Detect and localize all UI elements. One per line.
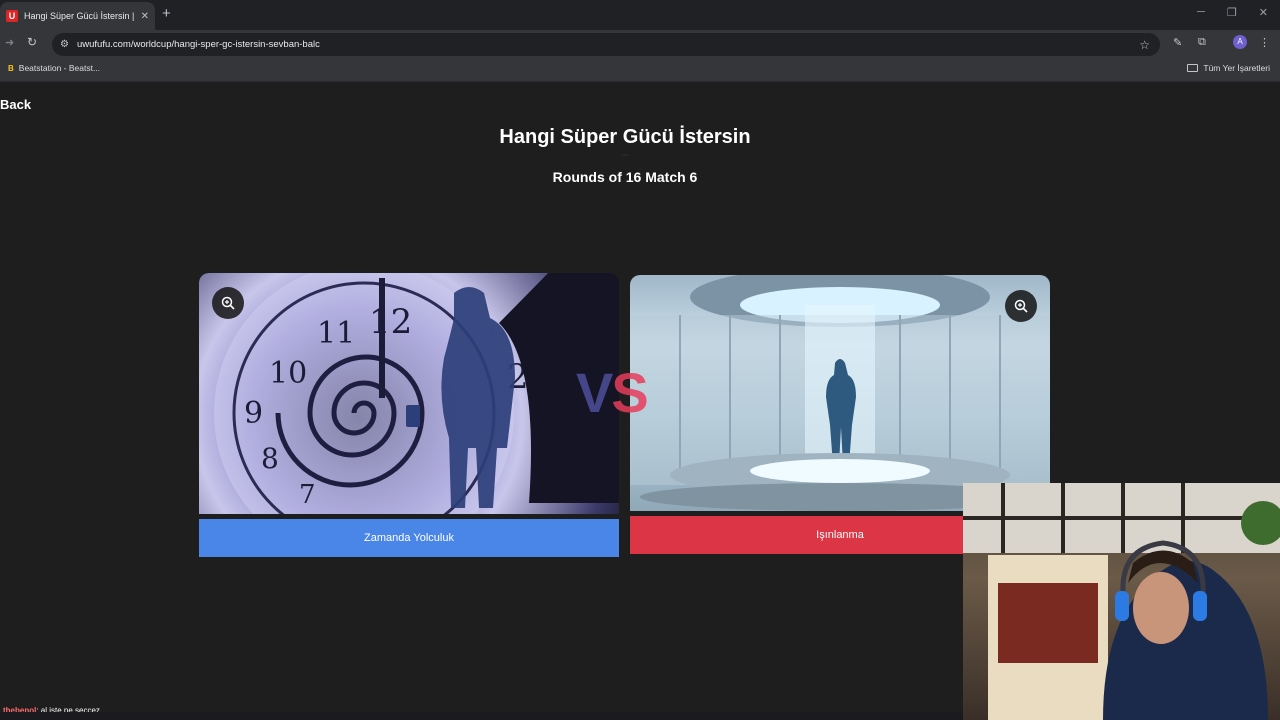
bookmark-label: Beatstation - Beatst... bbox=[18, 63, 101, 73]
browser-tab-active[interactable]: U Hangi Süper Gücü İstersin | Uw ✕ bbox=[0, 2, 155, 30]
forward-icon[interactable]: ➜ bbox=[5, 36, 14, 49]
svg-text:9: 9 bbox=[244, 396, 263, 431]
title-divider: ··· bbox=[621, 152, 629, 159]
bookmark-star-icon[interactable]: ☆ bbox=[1139, 38, 1150, 52]
svg-text:12: 12 bbox=[369, 302, 412, 342]
url-text[interactable]: uwufufu.com/worldcup/hangi-sper-gc-ister… bbox=[77, 39, 1139, 50]
profile-avatar[interactable]: A bbox=[1233, 35, 1247, 49]
svg-text:7: 7 bbox=[299, 480, 316, 510]
taskbar bbox=[0, 712, 963, 720]
new-tab-icon[interactable]: + bbox=[162, 6, 171, 22]
site-info-icon[interactable]: ⚙ bbox=[60, 39, 69, 50]
kebab-menu-icon[interactable]: ⋮ bbox=[1259, 36, 1270, 49]
zoom-in-icon[interactable] bbox=[212, 287, 244, 319]
bookmarks-bar: B Beatstation - Beatst... Tüm Yer İşaret… bbox=[0, 58, 1280, 82]
extension-icon[interactable]: ✎ bbox=[1173, 36, 1182, 49]
bookmark-beatstation[interactable]: B Beatstation - Beatst... bbox=[8, 63, 100, 73]
round-label: Rounds of 16 Match 6 bbox=[552, 169, 698, 185]
folder-icon bbox=[1187, 64, 1199, 72]
window-controls: ─ ❐ ✕ bbox=[1197, 6, 1268, 19]
browser-toolbar: ➜ ↻ ⚙ uwufufu.com/worldcup/hangi-sper-gc… bbox=[0, 30, 1280, 58]
svg-text:10: 10 bbox=[269, 356, 307, 391]
tab-title: Hangi Süper Gücü İstersin | Uw bbox=[24, 11, 137, 21]
vs-letter-s: S bbox=[611, 361, 648, 424]
svg-text:8: 8 bbox=[261, 442, 279, 475]
webcam-feed bbox=[963, 483, 1280, 720]
teleportation-chamber-image[interactable] bbox=[630, 275, 1050, 511]
close-window-icon[interactable]: ✕ bbox=[1259, 6, 1268, 19]
reload-icon[interactable]: ↻ bbox=[27, 35, 37, 49]
close-tab-icon[interactable]: ✕ bbox=[141, 11, 149, 22]
extensions-puzzle-icon[interactable]: ⧉ bbox=[1198, 36, 1206, 49]
address-bar[interactable]: ⚙ uwufufu.com/worldcup/hangi-sper-gc-ist… bbox=[52, 33, 1160, 56]
zoom-in-icon[interactable] bbox=[1005, 290, 1037, 322]
tab-bar: U Hangi Süper Gücü İstersin | Uw ✕ + ─ ❐… bbox=[0, 0, 1280, 30]
time-travel-clock-image[interactable]: 11 12 10 9 8 7 2 3 bbox=[199, 273, 619, 514]
back-link[interactable]: Back bbox=[0, 97, 31, 112]
site-favicon-icon: U bbox=[6, 10, 18, 22]
clock-illustration: 11 12 10 9 8 7 2 3 bbox=[214, 273, 619, 514]
choice-button-time-travel[interactable]: Zamanda Yolculuk bbox=[199, 519, 619, 557]
vs-letter-v: V bbox=[576, 361, 613, 424]
all-bookmarks-label: Tüm Yer İşaretleri bbox=[1203, 63, 1270, 73]
beatstation-favicon-icon: B bbox=[8, 63, 14, 73]
minimize-icon[interactable]: ─ bbox=[1197, 6, 1205, 19]
restore-icon[interactable]: ❐ bbox=[1227, 6, 1237, 19]
all-bookmarks-button[interactable]: Tüm Yer İşaretleri bbox=[1187, 63, 1270, 73]
page-title: Hangi Süper Gücü İstersin bbox=[499, 126, 751, 148]
svg-text:11: 11 bbox=[317, 316, 355, 351]
teleport-illustration bbox=[630, 275, 1050, 511]
vs-label: VS bbox=[576, 360, 649, 425]
webcam-overlay bbox=[963, 483, 1280, 720]
